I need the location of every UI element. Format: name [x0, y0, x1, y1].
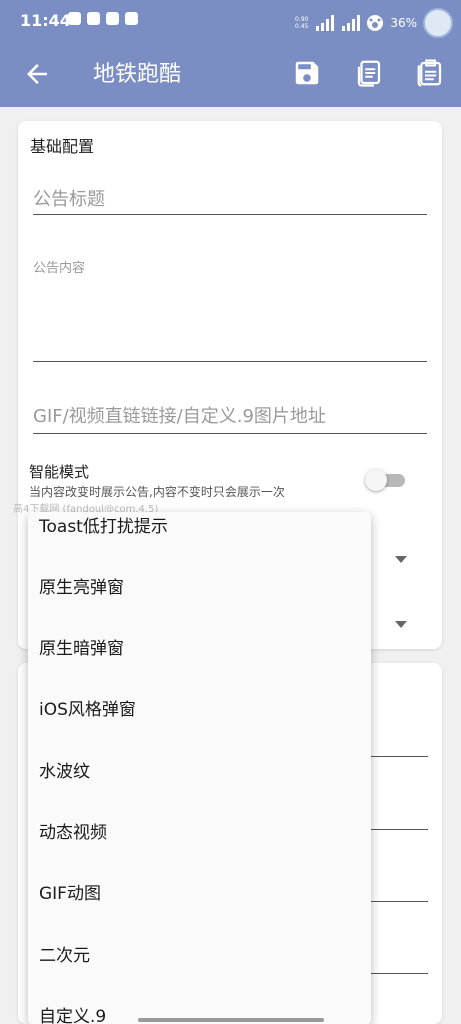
battery-text: 36% [390, 16, 417, 30]
menu-item[interactable]: Toast低打扰提示 [39, 512, 168, 537]
status-right: 0.90 0.45 36% [295, 8, 453, 38]
media-url-placeholder: GIF/视频直链链接/自定义.9图片地址 [33, 406, 326, 427]
copy-icon[interactable] [354, 58, 384, 88]
signal-icon [314, 15, 335, 31]
field-underline [368, 756, 428, 757]
notification-icon [68, 12, 81, 25]
net-speed-up: 0.90 [294, 16, 309, 23]
chevron-down-icon[interactable] [395, 621, 407, 628]
menu-item[interactable]: 水波纹 [39, 757, 90, 782]
status-time: 11:44 [20, 11, 71, 30]
avatar [423, 8, 453, 38]
net-speed-down: 0.45 [294, 23, 309, 30]
arrow-back-icon[interactable] [22, 59, 52, 89]
field-underline [368, 901, 428, 902]
save-icon[interactable] [292, 58, 322, 88]
title-input[interactable]: 公告标题 [33, 181, 427, 215]
notification-icon [106, 12, 119, 25]
notification-icon [125, 12, 138, 25]
notification-icon [87, 12, 100, 25]
signal-icon [340, 15, 361, 31]
toggle-thumb [365, 469, 387, 491]
menu-item[interactable]: iOS风格弹窗 [39, 695, 136, 720]
smart-mode-title: 智能模式 [29, 463, 90, 481]
menu-item[interactable]: 动态视频 [39, 818, 107, 843]
app-header: 11:44 0.90 0.45 36% 地铁跑酷 [0, 0, 461, 107]
content-input[interactable]: 公告内容 [33, 247, 427, 362]
chevron-down-icon[interactable] [395, 556, 407, 563]
net-speed: 0.90 0.45 [295, 16, 308, 30]
menu-item[interactable]: 自定义.9 [39, 1002, 106, 1024]
dropdown-menu: Toast低打扰提示 原生亮弹窗 原生暗弹窗 iOS风格弹窗 水波纹 动态视频 … [28, 512, 371, 1024]
menu-item[interactable]: GIF动图 [39, 879, 101, 904]
smart-mode-toggle[interactable] [365, 469, 405, 491]
smart-mode-description: 当内容改变时展示公告,内容不变时只会展示一次 [29, 485, 285, 499]
paw-icon [367, 15, 384, 31]
content-placeholder: 公告内容 [33, 261, 86, 276]
menu-item[interactable]: 原生亮弹窗 [39, 573, 124, 598]
section-title: 基础配置 [30, 137, 95, 156]
notification-icons [68, 12, 138, 25]
app-bar: 地铁跑酷 [0, 42, 461, 107]
menu-item[interactable]: 原生暗弹窗 [39, 634, 124, 659]
field-underline [368, 973, 428, 974]
media-url-input[interactable]: GIF/视频直链链接/自定义.9图片地址 [33, 398, 427, 434]
status-bar: 11:44 0.90 0.45 36% [0, 0, 461, 42]
field-underline [368, 829, 428, 830]
home-indicator[interactable] [138, 1018, 324, 1022]
title-placeholder: 公告标题 [33, 189, 105, 210]
menu-item[interactable]: 二次元 [39, 941, 90, 966]
paste-icon[interactable] [415, 58, 445, 88]
page-title: 地铁跑酷 [93, 62, 182, 87]
